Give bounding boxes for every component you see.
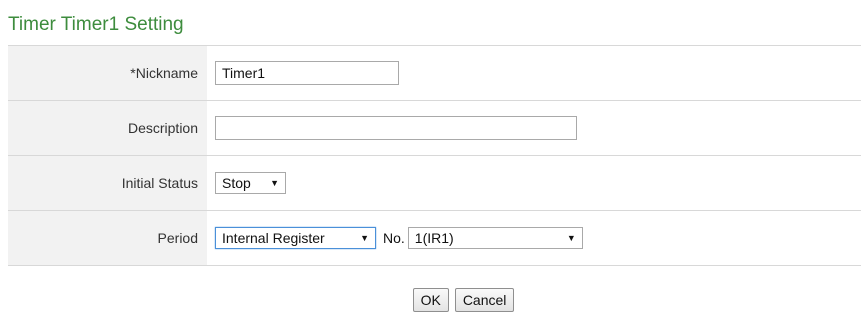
- period-source-selected: Internal Register: [222, 230, 325, 246]
- period-source-select[interactable]: Internal Register ▼: [215, 227, 376, 249]
- period-label: Period: [8, 211, 207, 265]
- description-label: Description: [8, 101, 207, 155]
- initial-status-select[interactable]: Stop ▼: [215, 172, 286, 194]
- initial-status-selected: Stop: [222, 175, 251, 191]
- timer-settings-form: *Nickname Timer1 Description Initial Sta…: [8, 45, 861, 266]
- nickname-label: *Nickname: [8, 46, 207, 100]
- register-number-label: No.: [383, 230, 405, 246]
- button-spacer: [347, 288, 407, 312]
- description-cell: [207, 101, 861, 155]
- register-number-selected: 1(IR1): [414, 230, 454, 246]
- nickname-input-value: Timer1: [222, 65, 266, 81]
- period-row: Period Internal Register ▼ No. 1(IR1) ▼: [8, 211, 861, 266]
- register-number-select[interactable]: 1(IR1) ▼: [407, 227, 583, 249]
- nickname-cell: Timer1: [207, 46, 861, 100]
- ok-button[interactable]: OK: [412, 288, 449, 312]
- page-title: Timer Timer1 Setting: [8, 14, 184, 35]
- nickname-row: *Nickname Timer1: [8, 46, 861, 101]
- initial-status-label: Initial Status: [8, 156, 207, 210]
- chevron-down-icon: ▼: [566, 233, 576, 243]
- initial-status-cell: Stop ▼: [207, 156, 861, 210]
- initial-status-row: Initial Status Stop ▼: [8, 156, 861, 211]
- period-cell: Internal Register ▼ No. 1(IR1) ▼: [207, 211, 861, 265]
- chevron-down-icon: ▼: [360, 233, 369, 243]
- nickname-input[interactable]: Timer1: [215, 61, 399, 85]
- form-buttons: OK Cancel: [0, 288, 861, 312]
- chevron-down-icon: ▼: [270, 178, 279, 188]
- description-input[interactable]: [215, 116, 577, 140]
- description-row: Description: [8, 101, 861, 156]
- cancel-button[interactable]: Cancel: [454, 288, 515, 312]
